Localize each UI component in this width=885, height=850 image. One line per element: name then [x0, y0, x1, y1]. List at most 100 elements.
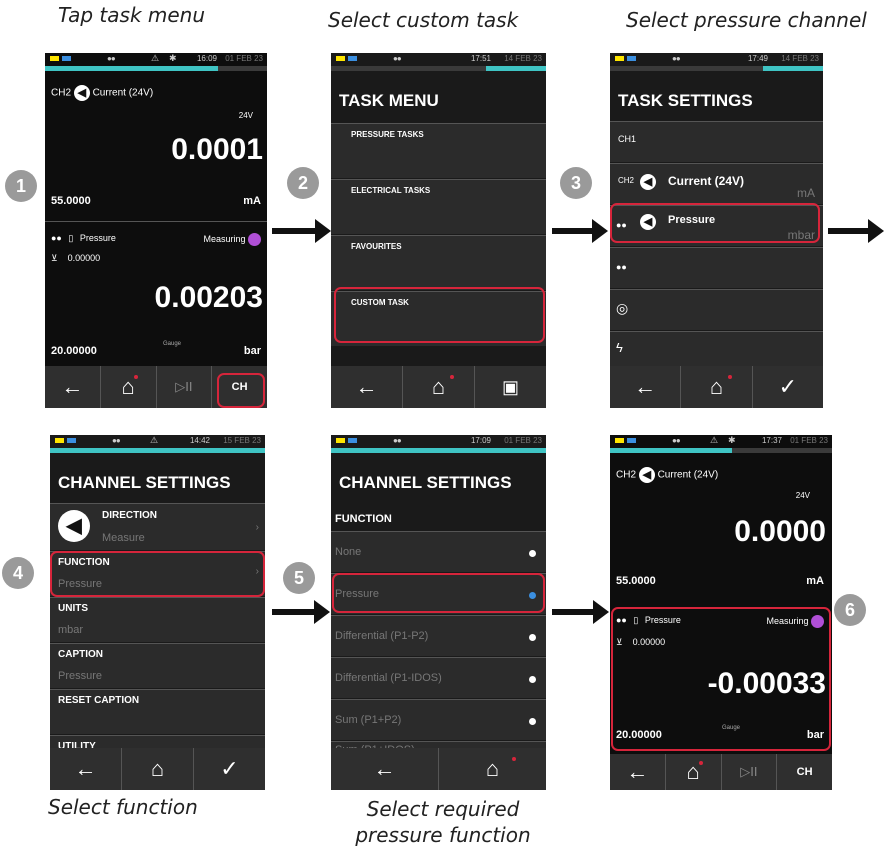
sub-reading-value: 0.00000 [67, 253, 101, 263]
bottom-nav: ← ⌂ ▣ [331, 366, 546, 408]
pressure-range: 20.00000 [51, 345, 97, 357]
setting-value: Measure [102, 532, 145, 544]
direction-arrow-icon: ◀ [58, 510, 90, 542]
caption-step-5: Select required pressure function [348, 796, 538, 848]
channel-label: CH2 [616, 469, 637, 481]
screen-5-function-select: ●● 17:09 01 FEB 23 CHANNEL SETTINGS FUNC… [331, 435, 546, 790]
highlight-function [50, 551, 265, 597]
sub-reading: ⊻ 0.00000 [51, 253, 100, 264]
menu-item-favourites[interactable]: FAVOURITES [331, 235, 546, 290]
menu-item-label: PRESSURE TASKS [351, 130, 424, 139]
status-time: 16:09 [196, 54, 217, 63]
flow-arrow-4-5 [272, 600, 330, 624]
back-button[interactable]: ← [610, 754, 665, 790]
pressure-header: ●● ▯ Pressure [51, 233, 116, 244]
home-button[interactable]: ⌂ [664, 754, 721, 790]
home-icon: ⌂ [485, 756, 500, 781]
option-sum-p1-p2[interactable]: Sum (P1+P2) [331, 699, 546, 740]
power-icon [627, 56, 636, 61]
setting-label: RESET CAPTION [58, 695, 140, 706]
confirm-button[interactable]: ✓ [751, 366, 823, 408]
home-button[interactable]: ⌂ [99, 366, 156, 408]
check-icon: ✓ [778, 374, 798, 399]
home-icon: ⌂ [150, 756, 165, 781]
channel-row-sensor-3[interactable]: ◎ [610, 289, 823, 330]
status-date: 14 FEB 23 [504, 54, 542, 63]
step-badge-2: 2 [287, 167, 319, 199]
page-title: TASK SETTINGS [618, 91, 753, 110]
back-arrow-icon: ← [634, 374, 657, 399]
save-button[interactable]: ▣ [474, 366, 546, 408]
setting-caption[interactable]: CAPTION Pressure [50, 643, 265, 688]
screen-4-channel-settings: ●● ⚠ 14:42 15 FEB 23 CHANNEL SETTINGS ◀ … [50, 435, 265, 790]
progress-fill [610, 448, 733, 453]
play-pause-button[interactable]: ▷II [155, 366, 212, 408]
status-time: 17:37 [761, 436, 782, 445]
progress-bar [331, 448, 546, 453]
warning-icon: ⚠ [151, 53, 160, 63]
main-reading: 0.0001 [171, 133, 263, 166]
progress-fill [45, 66, 219, 71]
home-button[interactable]: ⌂ [680, 366, 751, 408]
range-high: 24V [795, 491, 810, 500]
status-date: 01 FEB 23 [504, 436, 542, 445]
back-arrow-icon: ← [355, 374, 378, 399]
sensor-dots-icon: ●● [616, 262, 627, 272]
channel-name: Current (24V) [657, 469, 719, 481]
back-button[interactable]: ← [45, 366, 100, 408]
setting-value: mbar [58, 624, 84, 636]
channel-row-sensor-2[interactable]: ●● [610, 247, 823, 288]
channel-row-ch2[interactable]: CH2 ◀ Current (24V) mA [610, 163, 823, 204]
progress-bar [50, 448, 265, 453]
highlight-custom-task [334, 287, 545, 343]
battery-icon [336, 438, 345, 443]
pressure-name: Pressure [79, 233, 116, 243]
back-button[interactable]: ← [50, 748, 121, 790]
home-button[interactable]: ⌂ [438, 748, 546, 790]
flow-arrow-2-3 [552, 219, 608, 243]
menu-item-electrical-tasks[interactable]: ELECTRICAL TASKS [331, 179, 546, 234]
page-title: CHANNEL SETTINGS [339, 473, 512, 492]
progress-bar [610, 448, 832, 453]
status-bar: ●● ⚠ 14:42 15 FEB 23 [50, 435, 265, 447]
setting-units[interactable]: UNITS mbar [50, 597, 265, 642]
option-label: Differential (P1-P2) [335, 630, 429, 642]
menu-item-pressure-tasks[interactable]: PRESSURE TASKS [331, 123, 546, 178]
progress-bar [331, 66, 546, 71]
option-none[interactable]: None [331, 531, 546, 572]
play-pause-icon: ▷II [740, 764, 758, 779]
confirm-button[interactable]: ✓ [193, 748, 265, 790]
status-time: 17:49 [747, 54, 768, 63]
power-icon [67, 438, 76, 443]
option-differential-p1-p2[interactable]: Differential (P1-P2) [331, 615, 546, 656]
pressure-unit: bar [243, 345, 261, 357]
step-badge-5: 5 [283, 562, 315, 594]
option-differential-p1-idos[interactable]: Differential (P1-IDOS) [331, 657, 546, 698]
play-pause-icon: ▷II [175, 379, 193, 394]
step-badge-6: 6 [834, 594, 866, 626]
task-menu-button[interactable]: CH [776, 754, 832, 790]
home-button[interactable]: ⌂ [402, 366, 474, 408]
channel-row-ch1[interactable]: CH1 [610, 121, 823, 162]
status-time: 17:51 [470, 54, 491, 63]
setting-reset-caption[interactable]: RESET CAPTION [50, 689, 265, 734]
lightning-icon: ϟ [616, 340, 623, 355]
back-button[interactable]: ← [331, 748, 438, 790]
notification-dot-icon [698, 761, 703, 765]
save-icon: ▣ [501, 376, 519, 397]
channel-row-electrical[interactable]: ϟ [610, 331, 823, 366]
setting-label: CAPTION [58, 649, 103, 660]
range-high: 24V [238, 111, 253, 120]
progress-fill-right [485, 66, 546, 71]
progress-fill [331, 448, 546, 453]
back-button[interactable]: ← [331, 366, 402, 408]
setting-direction[interactable]: ◀ DIRECTION Measure › [50, 503, 265, 550]
back-button[interactable]: ← [610, 366, 680, 408]
play-pause-button[interactable]: ▷II [720, 754, 777, 790]
battery-icon [615, 438, 624, 443]
chevron-right-icon: › [255, 522, 259, 533]
direction-arrow-icon: ◀ [638, 467, 655, 483]
home-icon: ⌂ [686, 759, 700, 784]
home-button[interactable]: ⌂ [121, 748, 193, 790]
highlight-pressure-panel [611, 607, 831, 751]
